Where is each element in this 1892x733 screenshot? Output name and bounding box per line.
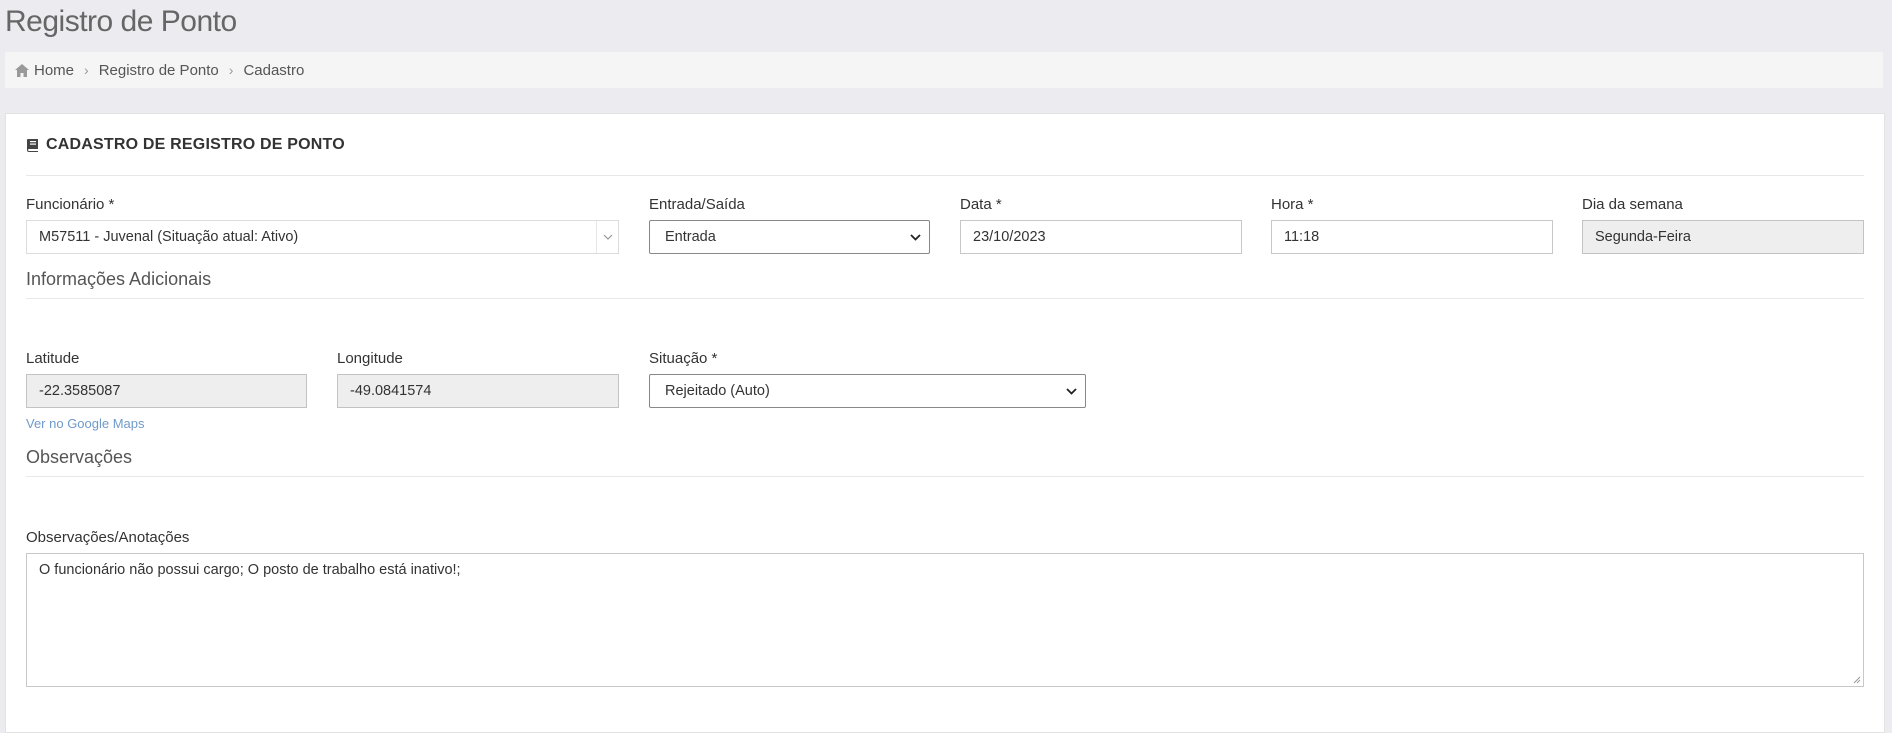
home-icon: [15, 63, 29, 77]
funcionario-value: M57511 - Juvenal (Situação atual: Ativo): [39, 229, 299, 245]
data-label: Data *: [960, 196, 1002, 213]
hora-input[interactable]: 11:18: [1271, 220, 1553, 254]
latitude-input: -22.3585087: [26, 374, 307, 408]
card-header: CADASTRO DE REGISTRO DE PONTO: [26, 136, 1864, 176]
chevron-down-icon: [910, 233, 921, 241]
breadcrumb-registro[interactable]: Registro de Ponto: [99, 62, 219, 79]
chevron-down-icon: [1066, 387, 1077, 395]
resize-handle-icon[interactable]: [1853, 676, 1861, 684]
longitude-label: Longitude: [337, 350, 403, 367]
breadcrumb-home[interactable]: Home: [34, 62, 74, 79]
entrada-saida-select[interactable]: Entrada: [649, 220, 930, 254]
situacao-value: Rejeitado (Auto): [665, 383, 770, 399]
book-icon: [27, 139, 38, 152]
page-title: Registro de Ponto: [5, 5, 237, 38]
entrada-saida-label: Entrada/Saída: [649, 196, 745, 213]
obs-label: Observações/Anotações: [26, 529, 190, 546]
situacao-label: Situação *: [649, 350, 718, 367]
funcionario-select[interactable]: M57511 - Juvenal (Situação atual: Ativo): [26, 220, 619, 254]
obs-section-title: Observações: [26, 447, 1864, 477]
chevron-down-icon: [596, 221, 618, 253]
funcionario-label: Funcionário *: [26, 196, 115, 213]
latitude-label: Latitude: [26, 350, 80, 367]
hora-label: Hora *: [1271, 196, 1314, 213]
dia-semana-label: Dia da semana: [1582, 196, 1683, 213]
form-card: CADASTRO DE REGISTRO DE PONTO Funcionári…: [5, 113, 1885, 733]
situacao-select[interactable]: Rejeitado (Auto): [649, 374, 1086, 408]
obs-textarea[interactable]: O funcionário não possui cargo; O posto …: [26, 553, 1864, 687]
google-maps-link[interactable]: Ver no Google Maps: [26, 416, 145, 431]
longitude-input: -49.0841574: [337, 374, 619, 408]
chevron-right-icon: ›: [84, 62, 89, 78]
obs-value: O funcionário não possui cargo; O posto …: [39, 562, 461, 578]
info-section-title: Informações Adicionais: [26, 269, 1864, 299]
card-title: CADASTRO DE REGISTRO DE PONTO: [46, 136, 345, 153]
breadcrumb-cadastro: Cadastro: [243, 61, 305, 79]
chevron-right-icon: ›: [228, 62, 234, 78]
breadcrumb: Home › Registro de Ponto › Cadastro: [5, 52, 1883, 88]
data-input[interactable]: 23/10/2023: [960, 220, 1242, 254]
dia-semana-input: Segunda-Feira: [1582, 220, 1864, 254]
entrada-saida-value: Entrada: [665, 229, 716, 245]
